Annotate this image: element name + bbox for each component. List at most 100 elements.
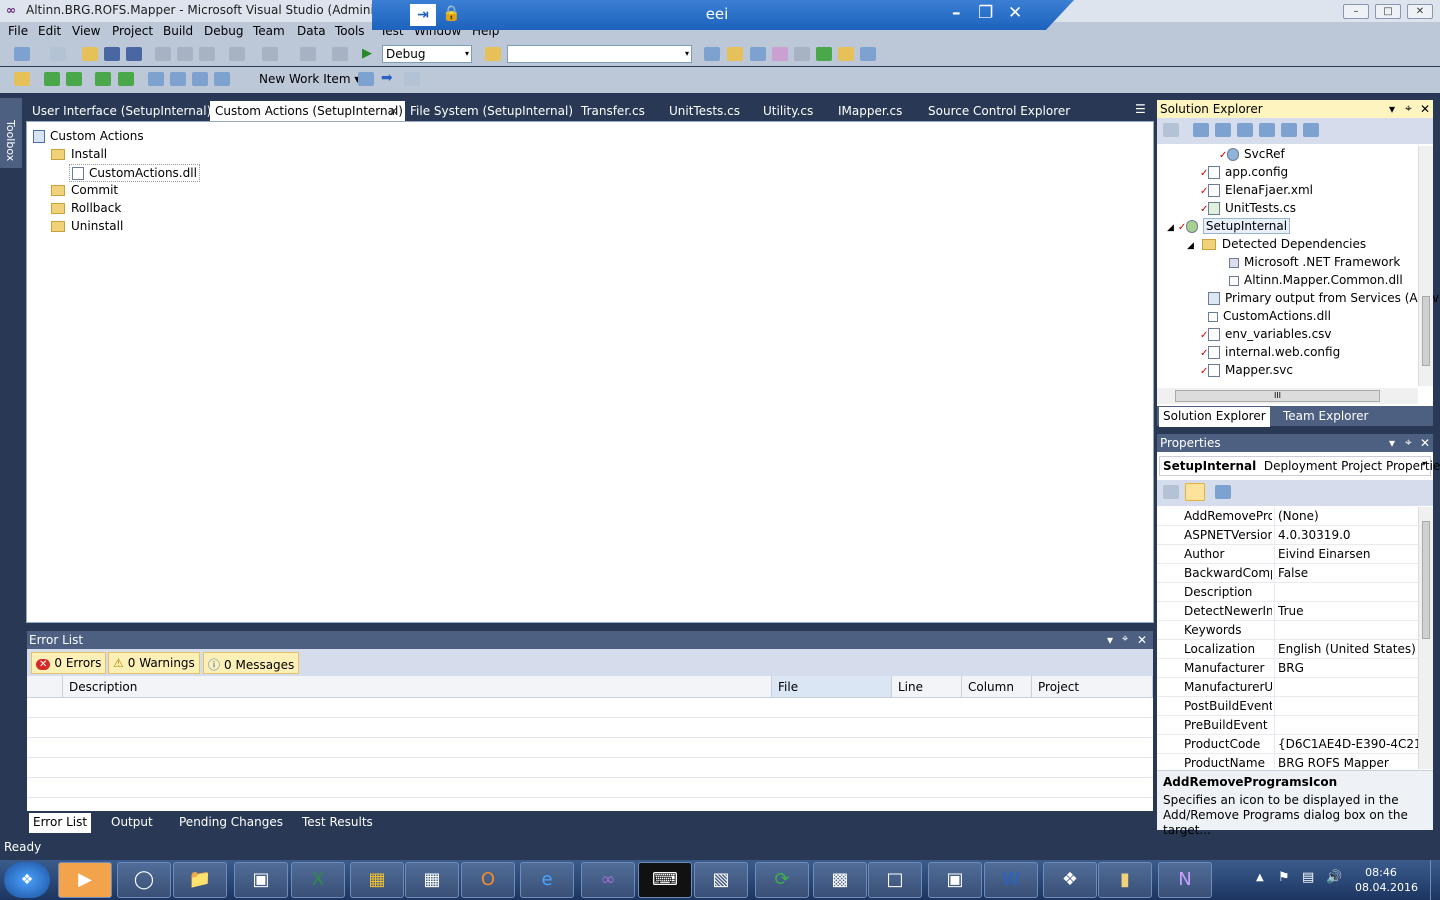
word-icon[interactable]: W xyxy=(984,862,1038,898)
property-row[interactable]: BackwardCompa False xyxy=(1157,564,1433,583)
team-icon-4[interactable] xyxy=(118,72,134,86)
show-desktop-button[interactable] xyxy=(1430,860,1440,900)
close-icon[interactable]: ✕ xyxy=(1420,102,1430,116)
copy-icon[interactable] xyxy=(177,47,193,61)
menu-build[interactable]: Build xyxy=(163,24,193,38)
remote-app-2-icon[interactable]: ▣ xyxy=(928,862,982,898)
rdp-minimize-button[interactable]: – xyxy=(952,3,961,23)
property-row[interactable]: ManufacturerUrl xyxy=(1157,678,1433,697)
start-debugging-icon[interactable]: ▶ xyxy=(362,46,372,61)
remote-desktop-icon[interactable]: ▧ xyxy=(694,862,748,898)
tree-item-unittests-cs[interactable]: ✓ UnitTests.cs xyxy=(1200,201,1296,215)
cut-icon[interactable] xyxy=(155,47,171,61)
close-tab-icon[interactable]: ✕ xyxy=(389,105,398,118)
tab-imapper-cs[interactable]: IMapper.cs xyxy=(833,101,907,122)
save-all-icon[interactable] xyxy=(126,47,142,61)
navigate-forward-icon[interactable] xyxy=(332,47,348,61)
media-player-icon[interactable]: ▶ xyxy=(58,862,112,898)
tree-item-env-variables-csv[interactable]: ✓ env_variables.csv xyxy=(1200,327,1332,341)
menu-team[interactable]: Team xyxy=(253,24,285,38)
tab-source-control-explorer[interactable]: Source Control Explorer xyxy=(923,101,1075,122)
tree-item-uninstall[interactable]: Uninstall xyxy=(51,219,123,233)
messages-filter-button[interactable]: ⓘ 0 Messages xyxy=(203,652,300,674)
new-project-icon[interactable] xyxy=(14,47,30,61)
paste-icon[interactable] xyxy=(199,47,215,61)
tree-item-custom-actions[interactable]: Custom Actions xyxy=(33,129,144,143)
volume-icon[interactable]: 🔊 xyxy=(1326,870,1342,885)
notepad-icon[interactable]: □ xyxy=(868,862,922,898)
pin-icon[interactable]: ⌖ xyxy=(1405,101,1412,116)
tab-test-results[interactable]: Test Results xyxy=(298,813,377,833)
remote-app-icon[interactable]: ▣ xyxy=(234,862,288,898)
property-row[interactable]: Description xyxy=(1157,583,1433,602)
add-item-icon[interactable] xyxy=(50,47,66,61)
close-button[interactable]: ✕ xyxy=(1407,4,1433,19)
library-icon[interactable]: ▩ xyxy=(813,862,867,898)
save-icon[interactable] xyxy=(104,47,120,61)
close-icon[interactable]: ✕ xyxy=(1420,436,1430,450)
tab-user-interface[interactable]: User Interface (SetupInternal) xyxy=(27,101,216,122)
column-header-line[interactable]: Line xyxy=(892,676,962,698)
column-header-column[interactable]: Column xyxy=(962,676,1032,698)
column-header-file[interactable]: File xyxy=(772,676,892,698)
column-header-project[interactable]: Project xyxy=(1032,676,1153,698)
team-icon-7[interactable] xyxy=(192,72,208,86)
tab-output[interactable]: Output xyxy=(107,813,157,833)
horizontal-scrollbar[interactable]: III xyxy=(1157,388,1418,404)
categorized-icon[interactable] xyxy=(1163,485,1179,499)
find-in-files-icon[interactable] xyxy=(485,47,501,61)
new-work-item-button[interactable]: New Work Item ▾ xyxy=(259,72,360,86)
tab-custom-actions[interactable]: Custom Actions (SetupInternal) xyxy=(210,101,405,122)
start-button[interactable]: ❖ xyxy=(4,862,50,898)
visual-studio-taskbar-icon[interactable]: ∞ xyxy=(581,862,635,898)
folder-icon[interactable]: ▮ xyxy=(1098,862,1152,898)
alphabetical-icon[interactable] xyxy=(1185,483,1205,501)
tree-item-detected-dependencies[interactable]: ◢ Detected Dependencies xyxy=(1187,237,1366,251)
sync-icon[interactable]: ⟳ xyxy=(755,862,809,898)
navigate-backward-icon[interactable] xyxy=(300,47,316,61)
property-row[interactable]: ProductCode {D6C1AE4D-E390-4C21-99 xyxy=(1157,735,1433,754)
fish-app-icon[interactable]: ❖ xyxy=(1043,862,1097,898)
menu-view[interactable]: View xyxy=(72,24,100,38)
chevron-down-icon[interactable]: ▾ xyxy=(1389,102,1395,116)
clock[interactable]: 08:46 08.04.2016 xyxy=(1355,865,1418,895)
network-icon[interactable]: ▦ xyxy=(405,862,459,898)
tools-icon[interactable] xyxy=(794,47,810,61)
tree-item-install[interactable]: Install xyxy=(51,147,107,161)
tray-expand-icon[interactable]: ▲ xyxy=(1256,872,1264,883)
vertical-scrollbar[interactable] xyxy=(1418,146,1433,386)
maximize-button[interactable]: □ xyxy=(1375,4,1401,19)
tree-item-primary-output[interactable]: Primary output from Services (Activ xyxy=(1208,291,1439,305)
team-icon-9[interactable] xyxy=(358,72,374,86)
scrollbar-thumb[interactable] xyxy=(1422,521,1430,639)
menu-debug[interactable]: Debug xyxy=(204,24,243,38)
team-icon-1[interactable] xyxy=(44,72,60,86)
tree-item-rollback[interactable]: Rollback xyxy=(51,201,121,215)
tab-list-icon[interactable]: ☰ xyxy=(1135,102,1146,116)
property-row[interactable]: Keywords xyxy=(1157,621,1433,640)
internet-explorer-icon[interactable]: e xyxy=(520,862,574,898)
onenote-icon[interactable]: N xyxy=(1158,862,1212,898)
command-prompt-icon[interactable]: ⌨ xyxy=(638,862,692,898)
vertical-scrollbar[interactable] xyxy=(1418,507,1433,769)
menu-file[interactable]: File xyxy=(8,24,28,38)
file-explorer-icon[interactable]: 📁 xyxy=(173,862,227,898)
property-pages-icon[interactable] xyxy=(1215,485,1231,499)
refresh-icon[interactable] xyxy=(14,72,30,86)
property-row[interactable]: Manufacturer BRG xyxy=(1157,659,1433,678)
warnings-filter-button[interactable]: ⚠ 0 Warnings xyxy=(108,652,200,674)
flag-icon[interactable]: ⚑ xyxy=(1278,870,1290,885)
redo-icon[interactable] xyxy=(262,47,278,61)
tab-transfer-cs[interactable]: Transfer.cs xyxy=(576,101,650,122)
column-header-category[interactable] xyxy=(27,676,63,698)
column-header-description[interactable]: Description xyxy=(63,676,772,698)
server-explorer-icon[interactable] xyxy=(816,47,832,61)
refresh-icon[interactable] xyxy=(1215,123,1231,137)
team-icon-6[interactable] xyxy=(170,72,186,86)
network-tray-icon[interactable]: ▤ xyxy=(1302,870,1314,885)
chrome-icon[interactable]: ◯ xyxy=(117,862,171,898)
tree-item-commit[interactable]: Commit xyxy=(51,183,118,197)
tree-item-customactions-dll[interactable]: CustomActions.dll xyxy=(1200,309,1331,323)
property-row[interactable]: DetectNewerInst True xyxy=(1157,602,1433,621)
team-icon-3[interactable] xyxy=(95,72,111,86)
